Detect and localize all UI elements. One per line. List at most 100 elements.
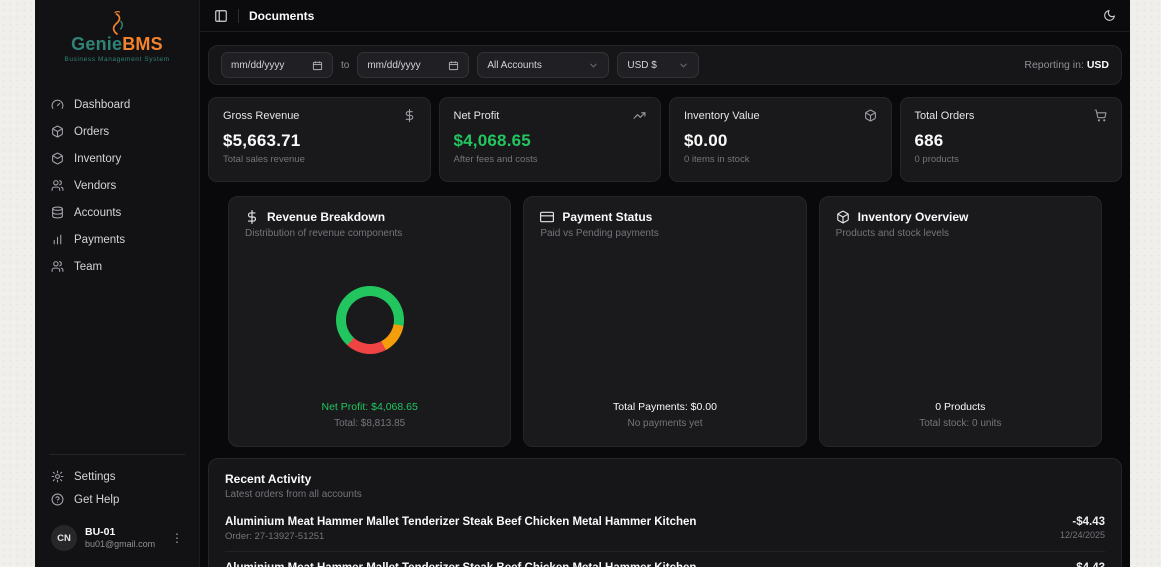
panel-left-icon [215,9,227,22]
stat-subtitle: Total sales revenue [223,154,305,165]
filter-bar: mm/dd/yyyy to mm/dd/yyyy All Accounts US… [208,45,1122,85]
stat-value: $5,663.71 [223,131,301,150]
moon-icon [1104,10,1115,21]
stat-value: $0.00 [684,131,728,150]
date-to-input[interactable]: mm/dd/yyyy [357,52,470,78]
sidebar-item-dashboard[interactable]: Dashboard [43,93,191,116]
stat-card-inventory-value: Inventory Value $0.00 0 items in stock [669,97,892,182]
stat-cards: Gross Revenue $5,663.71 Total sales reve… [208,97,1122,182]
stat-subtitle: 0 items in stock [684,154,750,165]
recent-activity-subtitle: Latest orders from all accounts [225,489,362,500]
activity-list: Aluminium Meat Hammer Mallet Tenderizer … [225,506,1105,567]
package-icon [52,125,63,138]
sidebar-item-label: Orders [74,125,110,138]
panel-subtitle: Products and stock levels [835,228,950,239]
panel-title-text: Payment Status [562,210,653,224]
user-meta: BU-01 bu01@gmail.com [85,526,155,550]
dashboard-content: mm/dd/yyyy to mm/dd/yyyy All Accounts US… [200,32,1130,567]
order-amount-block: -$4.43 12/24/2025 [1060,562,1105,567]
revenue-donut-chart [335,285,404,354]
dashboard-panels: Revenue Breakdown Distribution of revenu… [208,196,1122,447]
brand-tagline: Business Management System [64,56,170,63]
order-number: Order: 27-13927-51251 [225,531,325,542]
calendar-icon [312,60,323,70]
inventory-chart-empty [836,239,1085,400]
topbar-divider [238,8,239,23]
brand-name: GenieBMS [45,34,189,55]
panel-inventory-overview: Inventory Overview Products and stock le… [818,196,1102,447]
genie-lamp-icon [112,10,123,35]
sidebar-item-label: Team [74,260,103,273]
sidebar-item-orders[interactable]: Orders [43,120,191,143]
total-label: Total: $8,813.85 [334,418,406,429]
activity-row[interactable]: Aluminium Meat Hammer Mallet Tenderizer … [225,551,1105,567]
kebab-menu-icon[interactable]: ⋮ [171,531,183,545]
stat-card-total-orders: Total Orders 686 0 products [899,97,1122,182]
reporting-currency-note: Reporting in: USD [1024,59,1109,71]
sidebar-item-label: Get Help [74,493,120,506]
order-info: Aluminium Meat Hammer Mallet Tenderizer … [225,516,696,542]
total-stock-label: Total stock: 0 units [919,418,1002,429]
sidebar-item-team[interactable]: Team [43,255,191,278]
order-amount: -$4.43 [1072,516,1105,528]
database-icon [52,206,63,219]
sidebar-item-settings[interactable]: Settings [43,465,191,488]
help-icon [51,493,64,506]
dollar-icon [405,109,413,122]
order-date: 12/24/2025 [1059,530,1105,540]
sidebar-toggle-button[interactable] [214,9,228,23]
order-amount-block: -$4.43 12/24/2025 [1060,516,1105,540]
box-icon [52,152,63,165]
accounts-select[interactable]: All Accounts [477,52,610,78]
stat-title: Gross Revenue [223,109,300,122]
topbar: Documents [200,0,1130,32]
total-payments-label: Total Payments: $0.00 [613,401,717,414]
users-icon [51,261,64,272]
dollar-icon [247,210,257,224]
recent-activity-title: Recent Activity [225,472,312,486]
theme-toggle-button[interactable] [1103,9,1116,22]
sidebar-item-vendors[interactable]: Vendors [43,174,191,197]
date-from-input[interactable]: mm/dd/yyyy [221,52,333,78]
sidebar-item-get-help[interactable]: Get Help [43,488,191,511]
products-count-label: 0 Products [935,401,986,414]
sidebar-item-label: Dashboard [74,98,131,111]
stat-title: Inventory Value [684,109,760,122]
currency-select-value: USD $ [627,59,657,71]
bar-chart-icon [53,234,62,245]
stat-card-net-profit: Net Profit $4,068.65 After fees and cost… [438,97,661,182]
sidebar-item-label: Accounts [74,206,122,219]
credit-card-icon [540,211,555,223]
trending-up-icon [633,112,646,119]
sidebar-item-accounts[interactable]: Accounts [43,201,191,224]
order-product-name: Aluminium Meat Hammer Mallet Tenderizer … [225,562,696,567]
sidebar-item-payments[interactable]: Payments [43,228,191,251]
order-product-name: Aluminium Meat Hammer Mallet Tenderizer … [225,516,697,528]
stat-value: $4,068.65 [453,131,531,150]
user-profile[interactable]: CN BU-01 bu01@gmail.com ⋮ [43,519,191,557]
sidebar-nav: Dashboard Orders Inventory Vendors Accou… [35,93,199,278]
accounts-select-value: All Accounts [487,59,542,71]
sidebar-item-label: Payments [74,233,126,246]
order-info: Aluminium Meat Hammer Mallet Tenderizer … [225,562,696,567]
brand-logo: GenieBMS Business Management System [35,0,199,77]
stat-subtitle: After fees and costs [453,154,538,165]
brand-name-secondary: BMS [122,34,163,54]
payment-chart-empty [540,239,789,400]
panel-subtitle: Distribution of revenue components [245,228,403,239]
reporting-currency: USD [1086,59,1109,71]
stat-title: Net Profit [453,109,500,122]
chevron-down-icon [680,63,688,67]
stat-subtitle: 0 products [914,154,959,165]
gear-icon [51,470,64,483]
package-icon [864,109,876,122]
panel-title-text: Revenue Breakdown [267,210,386,224]
panel-revenue-breakdown: Revenue Breakdown Distribution of revenu… [228,196,512,447]
page-title: Documents [249,8,315,23]
box-icon [836,210,849,224]
donut-hole [345,295,394,344]
currency-select[interactable]: USD $ [617,52,700,78]
activity-row[interactable]: Aluminium Meat Hammer Mallet Tenderizer … [225,506,1105,551]
sidebar-item-label: Inventory [74,152,122,165]
sidebar-item-inventory[interactable]: Inventory [43,147,191,170]
